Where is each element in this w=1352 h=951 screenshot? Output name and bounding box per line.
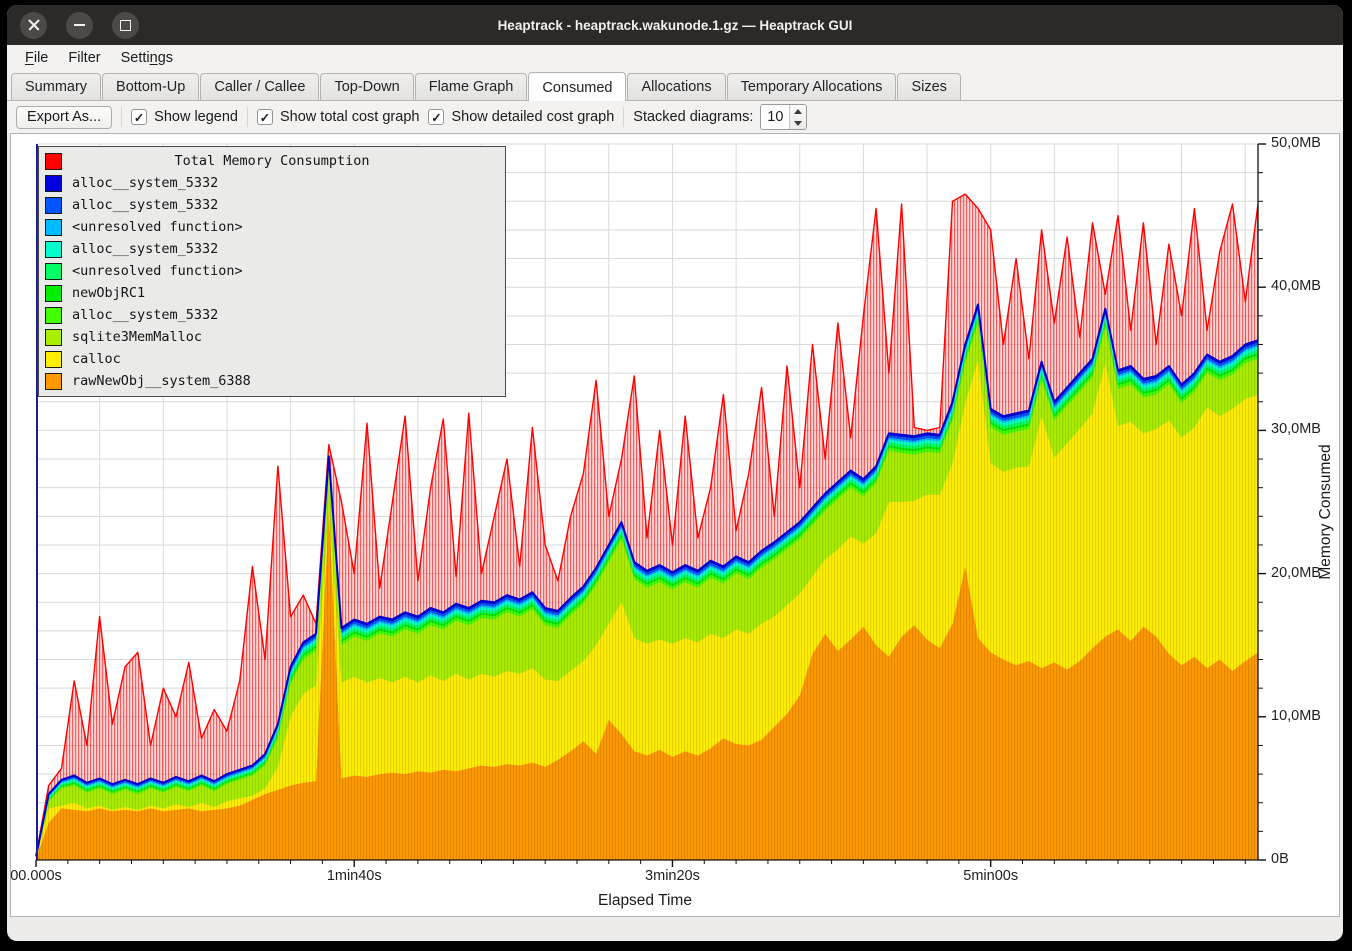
legend-swatch xyxy=(45,285,62,302)
x-tick-label: 5min00s xyxy=(963,868,1018,884)
legend-item: <unresolved function> xyxy=(39,216,505,238)
legend-label: alloc__system_5332 xyxy=(72,241,218,257)
spinner-down-icon xyxy=(794,121,802,126)
legend-swatch xyxy=(45,219,62,236)
spinner-up-icon xyxy=(794,109,802,114)
stacked-diagrams-label: Stacked diagrams: xyxy=(633,109,753,125)
legend-swatch xyxy=(45,175,62,192)
tab-allocations[interactable]: Allocations xyxy=(627,73,725,100)
chart-panel: 00.000s 1min40s 3min20s 5min00s Total Memor… xyxy=(10,133,1340,917)
legend-swatch xyxy=(45,329,62,346)
y-tick-label: 40,0MB xyxy=(1271,278,1321,294)
tab-consumed[interactable]: Consumed xyxy=(528,72,626,101)
legend-swatch xyxy=(45,351,62,368)
tab-bottom-up[interactable]: Bottom-Up xyxy=(102,73,199,100)
window-controls xyxy=(20,12,139,39)
stacked-diagrams-control: Stacked diagrams: 10 xyxy=(633,104,807,130)
close-icon xyxy=(28,19,40,31)
checkbox-show-legend[interactable]: ✓ Show legend xyxy=(131,109,238,125)
toolbar: Export As... ✓ Show legend ✓ Show total cos… xyxy=(7,101,1343,133)
tab-summary[interactable]: Summary xyxy=(11,73,101,100)
legend-item: alloc__system_5332 xyxy=(39,238,505,260)
minimize-icon xyxy=(74,24,85,26)
legend-swatch xyxy=(45,307,62,324)
checkbox-check-icon: ✓ xyxy=(257,109,273,125)
y-tick-label: 10,0MB xyxy=(1271,708,1321,724)
minimize-button[interactable] xyxy=(66,12,93,39)
y-tick-label: 30,0MB xyxy=(1271,421,1321,437)
checkbox-label: Show legend xyxy=(154,109,238,125)
tab-temporary-allocations[interactable]: Temporary Allocations xyxy=(727,73,897,100)
menu-item-settings[interactable]: Settings xyxy=(111,48,183,68)
legend-label: alloc__system_5332 xyxy=(72,307,218,323)
stacked-diagrams-spinbox[interactable]: 10 xyxy=(760,104,807,130)
checkbox-check-icon: ✓ xyxy=(428,109,444,125)
maximize-icon xyxy=(120,20,131,31)
legend-label: calloc xyxy=(72,351,121,367)
legend-item: rawNewObj__system_6388 xyxy=(39,370,505,392)
chart-legend: Total Memory Consumption alloc__system_53… xyxy=(38,146,506,397)
legend-title-row: Total Memory Consumption xyxy=(39,150,505,172)
legend-item: <unresolved function> xyxy=(39,260,505,282)
legend-label: alloc__system_5332 xyxy=(72,197,218,213)
legend-label: alloc__system_5332 xyxy=(72,175,218,191)
checkbox-show-detailed-cost-graph[interactable]: ✓ Show detailed cost graph xyxy=(428,109,614,125)
legend-title: Total Memory Consumption xyxy=(39,153,505,169)
spinner-up-button[interactable] xyxy=(790,105,806,117)
menubar: FileFilterSettings xyxy=(7,45,1343,70)
checkbox-show-total-cost-graph[interactable]: ✓ Show total cost graph xyxy=(257,109,419,125)
export-as-button[interactable]: Export As... xyxy=(16,106,112,129)
legend-swatch xyxy=(45,197,62,214)
x-tick-label: 00.000s xyxy=(10,868,62,884)
x-tick-label: 1min40s xyxy=(327,868,382,884)
window-title: Heaptrack - heaptrack.wakunode.1.gz — He… xyxy=(7,18,1343,33)
app-window: Heaptrack - heaptrack.wakunode.1.gz — He… xyxy=(7,5,1343,941)
toolbar-separator xyxy=(247,107,248,127)
legend-label: rawNewObj__system_6388 xyxy=(72,373,251,389)
y-tick-label: 0B xyxy=(1271,851,1289,867)
tabbar: SummaryBottom-UpCaller / CalleeTop-DownF… xyxy=(7,70,1343,101)
titlebar: Heaptrack - heaptrack.wakunode.1.gz — He… xyxy=(7,5,1343,45)
maximize-button[interactable] xyxy=(112,12,139,39)
checkbox-label: Show total cost graph xyxy=(280,109,419,125)
spinner-down-button[interactable] xyxy=(790,117,806,129)
legend-item: alloc__system_5332 xyxy=(39,194,505,216)
legend-swatch xyxy=(45,263,62,280)
tab-flame-graph[interactable]: Flame Graph xyxy=(415,73,528,100)
checkbox-check-icon: ✓ xyxy=(131,109,147,125)
legend-item: sqlite3MemMalloc xyxy=(39,326,505,348)
legend-swatch xyxy=(45,241,62,258)
toolbar-separator xyxy=(121,107,122,127)
checkbox-label: Show detailed cost graph xyxy=(451,109,614,125)
legend-swatch xyxy=(45,373,62,390)
legend-label: newObjRC1 xyxy=(72,285,145,301)
legend-label: sqlite3MemMalloc xyxy=(72,329,202,345)
legend-label: <unresolved function> xyxy=(72,263,243,279)
legend-label: <unresolved function> xyxy=(72,219,243,235)
x-axis-title: Elapsed Time xyxy=(598,892,692,910)
tab-sizes[interactable]: Sizes xyxy=(897,73,960,100)
toolbar-separator xyxy=(623,107,624,127)
legend-item: alloc__system_5332 xyxy=(39,304,505,326)
stacked-diagrams-value[interactable]: 10 xyxy=(761,105,789,129)
y-tick-label: 20,0MB xyxy=(1271,565,1321,581)
close-button[interactable] xyxy=(20,12,47,39)
legend-item: alloc__system_5332 xyxy=(39,172,505,194)
tab-caller-callee[interactable]: Caller / Callee xyxy=(200,73,319,100)
menu-item-file[interactable]: File xyxy=(15,48,58,68)
legend-item: newObjRC1 xyxy=(39,282,505,304)
y-axis-title: Memory Consumed xyxy=(1317,444,1335,579)
spinner-arrows xyxy=(789,105,806,129)
y-tick-label: 50,0MB xyxy=(1271,135,1321,151)
tab-top-down[interactable]: Top-Down xyxy=(320,73,413,100)
menu-item-filter[interactable]: Filter xyxy=(58,48,110,68)
legend-item: calloc xyxy=(39,348,505,370)
x-tick-label: 3min20s xyxy=(645,868,700,884)
